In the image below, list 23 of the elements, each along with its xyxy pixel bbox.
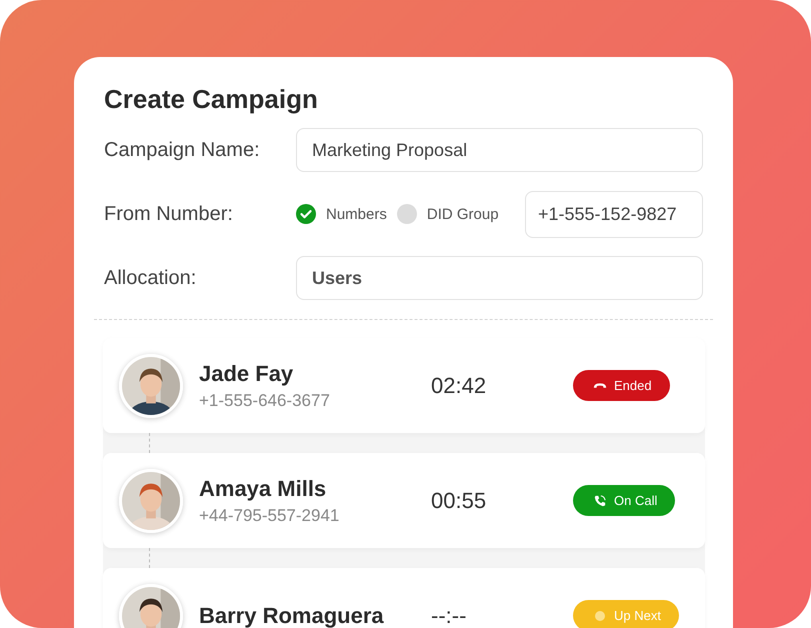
- field-label: Allocation:: [104, 266, 198, 290]
- caller-phone: +1-555-646-3677: [199, 390, 331, 410]
- call-duration: 02:42: [431, 372, 488, 398]
- caller-name: Amaya Mills: [199, 476, 328, 502]
- status-badge: On Call: [573, 485, 676, 516]
- form-title: Create Campaign: [104, 83, 319, 115]
- radio-checked-icon[interactable]: [296, 204, 316, 224]
- status-badge: Ended: [573, 370, 670, 401]
- field-label: Campaign Name:: [104, 138, 261, 162]
- caller-name: Barry Romaguera: [199, 602, 385, 628]
- phone-number-field[interactable]: +1-555-152-9827: [525, 190, 703, 238]
- phone-icon: [593, 494, 607, 506]
- campaign-name-field[interactable]: Marketing Proposal: [296, 128, 703, 172]
- radio-label: Numbers: [326, 206, 387, 222]
- status-badge: Up Next: [573, 600, 679, 628]
- call-duration: 00:55: [431, 488, 488, 514]
- radio-icon[interactable]: [396, 204, 417, 224]
- allocation-field[interactable]: Users: [296, 256, 703, 300]
- call-duration: --:--: [431, 602, 468, 628]
- radio-label: DID Group: [426, 206, 499, 222]
- caller-name: Jade Fay: [199, 360, 294, 386]
- field-label: From Number:: [104, 202, 234, 226]
- caller-phone: +44-795-557-2941: [199, 506, 340, 526]
